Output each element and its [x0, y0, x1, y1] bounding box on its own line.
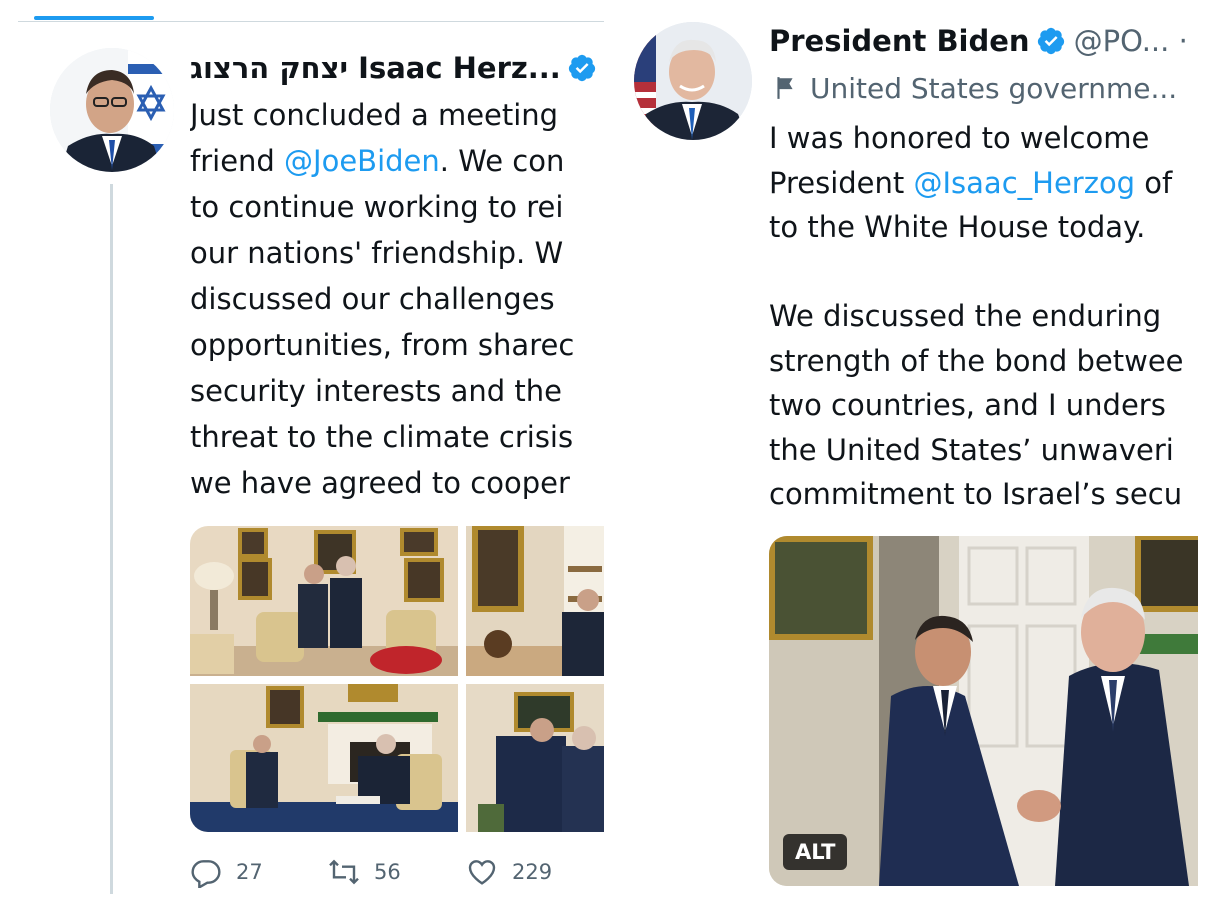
tweet-line: friend @JoeBiden. We con [190, 138, 604, 184]
avatar-herzog[interactable] [50, 48, 174, 172]
tweet-line: I was honored to welcome [769, 121, 1150, 155]
alt-text-button[interactable]: ALT [783, 834, 848, 870]
verified-badge-icon [568, 54, 595, 82]
tweet-line: opportunities, from sharec [190, 328, 575, 362]
reply-icon [191, 860, 221, 888]
mention-link[interactable]: @JoeBiden [284, 144, 440, 178]
tweet-herzog[interactable]: יצחק הרצוג Isaac Herz... Just concluded … [0, 0, 604, 913]
display-name[interactable]: יצחק הרצוג Isaac Herz... [190, 51, 561, 85]
like-icon [468, 860, 496, 885]
media-photo-2[interactable] [466, 526, 604, 676]
media-photo-4[interactable] [466, 684, 604, 832]
tweet-line: our nations' friendship. W [190, 236, 564, 270]
reply-button[interactable]: 27 [190, 856, 328, 888]
tweet-media-photo[interactable]: ALT [769, 536, 1198, 886]
reply-count: 27 [236, 860, 263, 884]
blank-line: ​ [769, 250, 1198, 295]
like-count: 229 [512, 860, 553, 884]
tweet-body: Just concluded a meeting friend @JoeBiden… [190, 92, 604, 506]
tweet-line: two countries, and I unders [769, 388, 1166, 422]
thread-connector-line [110, 184, 113, 894]
retweet-count: 56 [374, 860, 401, 884]
tweet-line: Just concluded a meeting [190, 98, 559, 132]
tweet-line-text: President [769, 165, 914, 200]
tweet-line: We discussed the enduring [769, 299, 1162, 333]
government-label-text: United States governme... [810, 71, 1178, 105]
avatar-biden[interactable] [634, 22, 752, 140]
user-handle[interactable]: @PO... · [1074, 24, 1188, 58]
tweet-line: we have agreed to cooper [190, 466, 570, 500]
tweet-line: to the White House today. [769, 210, 1146, 244]
media-photo-3[interactable] [190, 684, 458, 832]
government-label[interactable]: United States governme... [772, 68, 1177, 108]
media-photo-1[interactable] [190, 526, 458, 676]
tweet-line-text: friend [190, 144, 285, 178]
verified-badge-icon [1037, 27, 1064, 55]
tweet-line: strength of the bond betwee [769, 343, 1184, 378]
tweet-line: the United States’ unwaveri [769, 432, 1174, 467]
tweet-line: to continue working to rei [190, 190, 564, 224]
like-button[interactable]: 229 [466, 856, 552, 888]
tweet-line-text: of [1135, 165, 1173, 200]
mention-link[interactable]: @Isaac_Herzog [914, 166, 1136, 200]
retweet-icon [329, 859, 359, 885]
tweet-action-bar: 27 56 229 [190, 850, 604, 894]
tweet-line: discussed our challenges [190, 282, 555, 316]
display-name[interactable]: President Biden [769, 24, 1030, 58]
tweet-line: commitment to Israel’s secu [769, 477, 1183, 511]
tweet-header: יצחק הרצוג Isaac Herz... [190, 46, 597, 90]
tweet-header: President Biden @PO... · [769, 20, 1188, 62]
tweet-body: I was honored to welcome President @Isaac… [769, 116, 1198, 517]
retweet-button[interactable]: 56 [328, 856, 466, 888]
tweet-line: threat to the climate crisis [190, 420, 574, 454]
tweet-line: security interests and the [190, 374, 562, 408]
tweet-line-text: . We con [439, 144, 565, 178]
tweet-biden[interactable]: President Biden @PO... · United States g… [624, 0, 1198, 913]
government-flag-icon [777, 77, 793, 99]
tweet-line: President @Isaac_Herzog of [769, 161, 1198, 206]
tweet-media-grid [190, 526, 604, 832]
